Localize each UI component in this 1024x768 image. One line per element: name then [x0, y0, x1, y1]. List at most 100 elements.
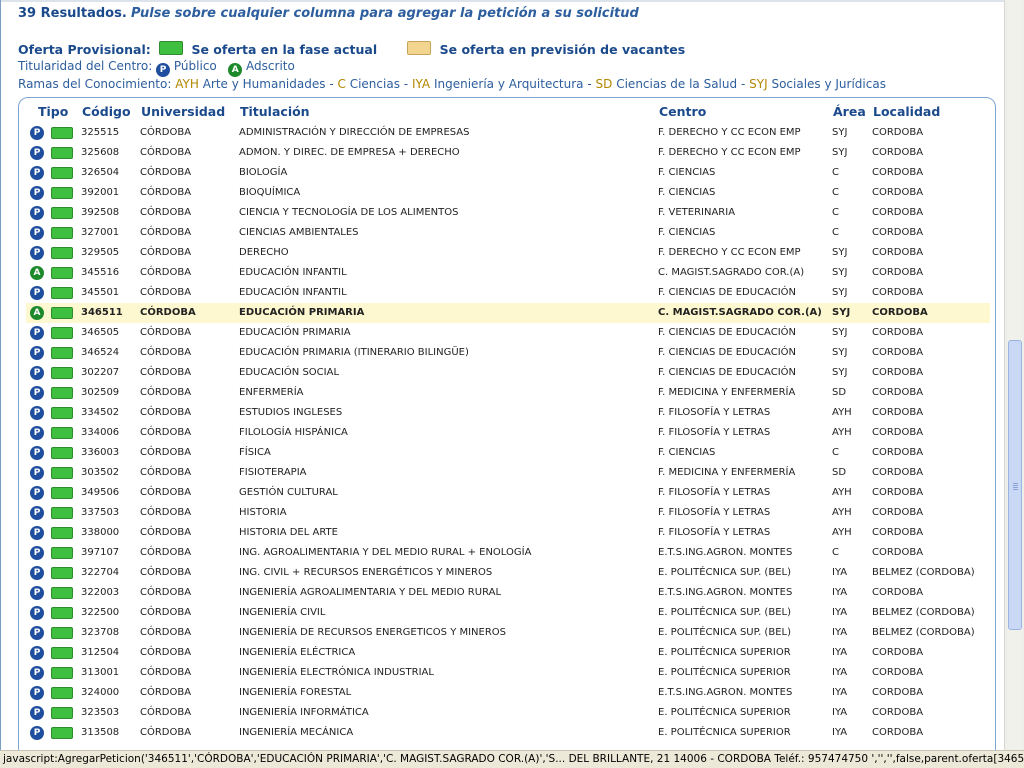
- cell-area[interactable]: AYH: [832, 407, 852, 419]
- cell-universidad[interactable]: CÓRDOBA: [140, 347, 191, 359]
- table-row[interactable]: P 337503 CÓRDOBA HISTORIA F. FILOSOFÍA Y LET…: [26, 503, 990, 523]
- cell-centro[interactable]: F. CIENCIAS DE EDUCACIÓN: [658, 347, 796, 359]
- cell-universidad[interactable]: CÓRDOBA: [140, 227, 191, 239]
- cell-centro[interactable]: F. FILOSOFÍA Y LETRAS: [658, 407, 770, 419]
- cell-localidad[interactable]: CORDOBA: [872, 147, 923, 159]
- table-row[interactable]: P 336003 CÓRDOBA FÍSICA F. CIENCIAS C CORDOBA: [26, 443, 990, 463]
- cell-titulacion[interactable]: ING. AGROALIMENTARIA Y DEL MEDIO RURAL +…: [239, 547, 531, 559]
- cell-universidad[interactable]: CÓRDOBA: [140, 247, 191, 259]
- column-header-codigo[interactable]: Código: [82, 104, 131, 119]
- cell-localidad[interactable]: CORDOBA: [872, 407, 923, 419]
- cell-codigo[interactable]: 338000: [81, 527, 119, 539]
- cell-localidad[interactable]: BELMEZ (CORDOBA): [872, 567, 975, 579]
- cell-titulacion[interactable]: ING. CIVIL + RECURSOS ENERGÉTICOS Y MINE…: [239, 567, 492, 579]
- table-row[interactable]: P 322003 CÓRDOBA INGENIERÍA AGROALIMENTARIA…: [26, 583, 990, 603]
- cell-titulacion[interactable]: INGENIERÍA FORESTAL: [239, 687, 351, 699]
- cell-localidad[interactable]: CORDOBA: [872, 167, 923, 179]
- cell-localidad[interactable]: CORDOBA: [872, 707, 923, 719]
- cell-universidad[interactable]: CÓRDOBA: [140, 647, 191, 659]
- cell-localidad[interactable]: CORDOBA: [872, 547, 923, 559]
- cell-centro[interactable]: F. MEDICINA Y ENFERMERÍA: [658, 467, 795, 479]
- cell-centro[interactable]: C. MAGIST.SAGRADO COR.(A): [658, 267, 804, 279]
- table-row[interactable]: P 346505 CÓRDOBA EDUCACIÓN PRIMARIA F. CIENC…: [26, 323, 990, 343]
- cell-localidad[interactable]: CORDOBA: [872, 367, 923, 379]
- cell-codigo[interactable]: 302207: [81, 367, 119, 379]
- cell-universidad[interactable]: CÓRDOBA: [140, 527, 191, 539]
- cell-titulacion[interactable]: ENFERMERÍA: [239, 387, 304, 399]
- cell-codigo[interactable]: 322500: [81, 607, 119, 619]
- cell-universidad[interactable]: CÓRDOBA: [140, 407, 191, 419]
- cell-centro[interactable]: E. POLITÉCNICA SUPERIOR: [658, 727, 791, 739]
- cell-codigo[interactable]: 323708: [81, 627, 119, 639]
- table-row[interactable]: A 346511 CÓRDOBA EDUCACIÓN PRIMARIA C. MAGIS…: [26, 303, 990, 323]
- cell-titulacion[interactable]: ADMON. Y DIREC. DE EMPRESA + DERECHO: [239, 147, 460, 159]
- cell-titulacion[interactable]: FISIOTERAPIA: [239, 467, 307, 479]
- cell-universidad[interactable]: CÓRDOBA: [140, 167, 191, 179]
- cell-titulacion[interactable]: EDUCACIÓN PRIMARIA: [239, 327, 351, 339]
- table-row[interactable]: P 312504 CÓRDOBA INGENIERÍA ELÉCTRICA E. POL…: [26, 643, 990, 663]
- cell-centro[interactable]: F. FILOSOFÍA Y LETRAS: [658, 487, 770, 499]
- cell-universidad[interactable]: CÓRDOBA: [140, 307, 196, 319]
- cell-titulacion[interactable]: HISTORIA: [239, 507, 287, 519]
- cell-titulacion[interactable]: GESTIÓN CULTURAL: [239, 487, 338, 499]
- cell-localidad[interactable]: CORDOBA: [872, 207, 923, 219]
- column-header-centro[interactable]: Centro: [659, 104, 706, 119]
- cell-titulacion[interactable]: EDUCACIÓN INFANTIL: [239, 287, 347, 299]
- cell-area[interactable]: C: [832, 547, 839, 559]
- cell-codigo[interactable]: 346505: [81, 327, 119, 339]
- cell-codigo[interactable]: 324000: [81, 687, 119, 699]
- cell-centro[interactable]: F. CIENCIAS DE EDUCACIÓN: [658, 367, 796, 379]
- cell-area[interactable]: C: [832, 447, 839, 459]
- cell-titulacion[interactable]: CIENCIAS AMBIENTALES: [239, 227, 359, 239]
- cell-codigo[interactable]: 392508: [81, 207, 119, 219]
- cell-localidad[interactable]: CORDOBA: [872, 127, 923, 139]
- cell-codigo[interactable]: 329505: [81, 247, 119, 259]
- column-header-universidad[interactable]: Universidad: [141, 104, 225, 119]
- cell-codigo[interactable]: 334006: [81, 427, 119, 439]
- cell-codigo[interactable]: 303502: [81, 467, 119, 479]
- table-row[interactable]: P 392508 CÓRDOBA CIENCIA Y TECNOLOGÍA DE LO…: [26, 203, 990, 223]
- cell-centro[interactable]: E. POLITÉCNICA SUPERIOR: [658, 667, 791, 679]
- cell-centro[interactable]: F. MEDICINA Y ENFERMERÍA: [658, 387, 795, 399]
- cell-centro[interactable]: E.T.S.ING.AGRON. MONTES: [658, 687, 792, 699]
- cell-codigo[interactable]: 313001: [81, 667, 119, 679]
- table-row[interactable]: P 323708 CÓRDOBA INGENIERÍA DE RECURSOS ENE…: [26, 623, 990, 643]
- cell-codigo[interactable]: 326504: [81, 167, 119, 179]
- cell-area[interactable]: SYJ: [832, 367, 847, 379]
- cell-localidad[interactable]: CORDOBA: [872, 267, 923, 279]
- cell-universidad[interactable]: CÓRDOBA: [140, 687, 191, 699]
- cell-area[interactable]: IYA: [832, 667, 847, 679]
- cell-centro[interactable]: E.T.S.ING.AGRON. MONTES: [658, 547, 792, 559]
- cell-centro[interactable]: F. CIENCIAS: [658, 187, 715, 199]
- cell-codigo[interactable]: 325608: [81, 147, 119, 159]
- cell-area[interactable]: AYH: [832, 487, 852, 499]
- cell-centro[interactable]: F. CIENCIAS: [658, 167, 715, 179]
- cell-centro[interactable]: F. DERECHO Y CC ECON EMP: [658, 127, 801, 139]
- cell-titulacion[interactable]: BIOLOGÍA: [239, 167, 287, 179]
- cell-universidad[interactable]: CÓRDOBA: [140, 487, 191, 499]
- cell-area[interactable]: SYJ: [832, 127, 847, 139]
- cell-area[interactable]: SYJ: [832, 347, 847, 359]
- cell-centro[interactable]: F. FILOSOFÍA Y LETRAS: [658, 507, 770, 519]
- cell-centro[interactable]: F. CIENCIAS DE EDUCACIÓN: [658, 287, 796, 299]
- cell-titulacion[interactable]: CIENCIA Y TECNOLOGÍA DE LOS ALIMENTOS: [239, 207, 458, 219]
- cell-localidad[interactable]: CORDOBA: [872, 687, 923, 699]
- cell-titulacion[interactable]: INGENIERÍA AGROALIMENTARIA Y DEL MEDIO R…: [239, 587, 501, 599]
- cell-localidad[interactable]: BELMEZ (CORDOBA): [872, 627, 975, 639]
- cell-centro[interactable]: E. POLITÉCNICA SUP. (BEL): [658, 567, 791, 579]
- cell-localidad[interactable]: CORDOBA: [872, 487, 923, 499]
- vertical-scrollbar[interactable]: [1004, 0, 1024, 750]
- table-row[interactable]: P 325608 CÓRDOBA ADMON. Y DIREC. DE EMPRESA…: [26, 143, 990, 163]
- cell-universidad[interactable]: CÓRDOBA: [140, 667, 191, 679]
- cell-universidad[interactable]: CÓRDOBA: [140, 707, 191, 719]
- table-row[interactable]: P 334006 CÓRDOBA FILOLOGÍA HISPÁNICA F. FILO…: [26, 423, 990, 443]
- cell-codigo[interactable]: 325515: [81, 127, 119, 139]
- table-row[interactable]: P 392001 CÓRDOBA BIOQUÍMICA F. CIENCIAS C CORD…: [26, 183, 990, 203]
- cell-codigo[interactable]: 302509: [81, 387, 119, 399]
- cell-area[interactable]: C: [832, 187, 839, 199]
- cell-codigo[interactable]: 345501: [81, 287, 119, 299]
- table-row[interactable]: P 322500 CÓRDOBA INGENIERÍA CIVIL E. POLITÉC…: [26, 603, 990, 623]
- cell-universidad[interactable]: CÓRDOBA: [140, 567, 191, 579]
- cell-centro[interactable]: C. MAGIST.SAGRADO COR.(A): [658, 307, 822, 319]
- cell-titulacion[interactable]: HISTORIA DEL ARTE: [239, 527, 338, 539]
